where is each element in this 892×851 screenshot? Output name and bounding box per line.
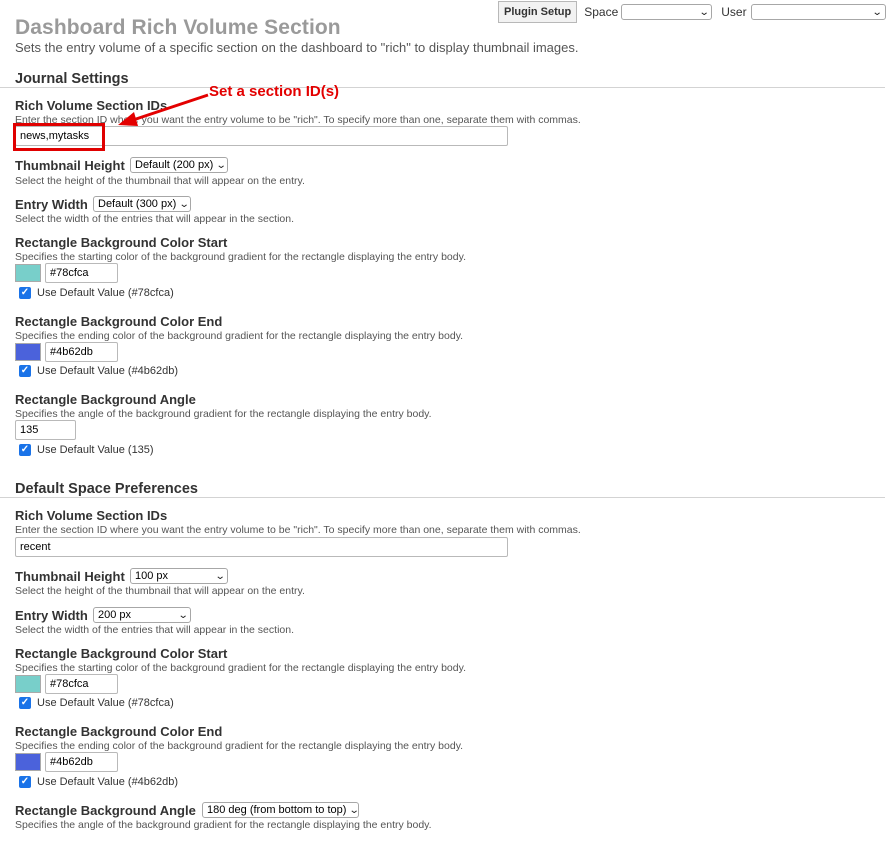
checkbox-checked-icon[interactable]: ✓ <box>19 287 31 299</box>
color-start-default-checkbox-row[interactable]: ✓ Use Default Value (#78cfca) <box>15 287 174 299</box>
chevron-down-icon: ⌄ <box>349 804 361 816</box>
space-angle-label: Rectangle Background Angle <box>15 803 196 818</box>
angle-help: Specifies the angle of the background gr… <box>15 408 432 420</box>
space-rich-ids-help: Enter the section ID where you want the … <box>15 524 581 536</box>
space-label: Space <box>584 5 619 19</box>
arrow-icon <box>118 93 209 126</box>
checkbox-checked-icon[interactable]: ✓ <box>19 776 31 788</box>
space-angle-select[interactable]: 180 deg (from bottom to top) ⌄ <box>202 802 361 818</box>
space-color-end-default-label: Use Default Value (#4b62db) <box>37 776 179 788</box>
chevron-down-icon: ⌄ <box>177 609 189 621</box>
space-color-end-help: Specifies the ending color of the backgr… <box>15 740 464 752</box>
entry-width-select[interactable]: Default (300 px) ⌄ <box>93 196 191 212</box>
color-start-input[interactable]: #78cfca <box>45 263 118 283</box>
space-color-start-label: Rectangle Background Color Start <box>15 646 228 661</box>
chevron-down-icon: ⌄ <box>871 6 883 18</box>
color-start-label: Rectangle Background Color Start <box>15 235 228 250</box>
chevron-down-icon: ⌄ <box>214 570 226 582</box>
section-divider <box>0 497 885 498</box>
thumb-height-select[interactable]: Default (200 px) ⌄ <box>130 157 228 173</box>
space-angle-help: Specifies the angle of the background gr… <box>15 819 432 831</box>
space-rich-ids-label: Rich Volume Section IDs <box>15 508 168 523</box>
entry-width-help: Select the width of the entries that wil… <box>15 213 294 225</box>
entry-width-label: Entry Width <box>15 197 88 212</box>
user-label: User <box>721 5 747 19</box>
color-start-swatch[interactable] <box>15 264 41 282</box>
color-end-label: Rectangle Background Color End <box>15 314 223 329</box>
highlight-box <box>13 123 105 151</box>
top-bar: Plugin Setup Space ⌄ User ⌄ <box>498 1 886 23</box>
space-color-end-input[interactable]: #4b62db <box>45 752 118 772</box>
space-entry-width-label: Entry Width <box>15 608 88 623</box>
space-rich-ids-input[interactable]: recent <box>15 537 508 557</box>
space-color-start-input[interactable]: #78cfca <box>45 674 118 694</box>
angle-default-label: Use Default Value (135) <box>37 444 154 456</box>
color-end-swatch[interactable] <box>15 343 41 361</box>
color-end-default-label: Use Default Value (#4b62db) <box>37 365 179 377</box>
checkbox-checked-icon[interactable]: ✓ <box>19 697 31 709</box>
space-entry-width-select[interactable]: 200 px ⌄ <box>93 607 191 623</box>
space-color-end-default-checkbox-row[interactable]: ✓ Use Default Value (#4b62db) <box>15 776 178 788</box>
journal-settings-heading: Journal Settings <box>15 71 129 87</box>
angle-label: Rectangle Background Angle <box>15 392 196 407</box>
space-thumb-height-label: Thumbnail Height <box>15 569 125 584</box>
thumb-height-value: Default (200 px) <box>135 159 214 171</box>
page-subtitle: Sets the entry volume of a specific sect… <box>15 40 579 55</box>
color-start-help: Specifies the starting color of the back… <box>15 251 466 263</box>
space-entry-width-help: Select the width of the entries that wil… <box>15 624 294 636</box>
space-thumb-height-select[interactable]: 100 px ⌄ <box>130 568 228 584</box>
color-end-input[interactable]: #4b62db <box>45 342 118 362</box>
chevron-down-icon: ⌄ <box>698 6 710 18</box>
color-end-help: Specifies the ending color of the backgr… <box>15 330 464 342</box>
checkbox-checked-icon[interactable]: ✓ <box>19 365 31 377</box>
space-color-start-swatch[interactable] <box>15 675 41 693</box>
space-color-start-default-label: Use Default Value (#78cfca) <box>37 697 174 709</box>
thumb-height-label: Thumbnail Height <box>15 158 125 173</box>
space-angle-value: 180 deg (from bottom to top) <box>207 804 347 816</box>
color-end-default-checkbox-row[interactable]: ✓ Use Default Value (#4b62db) <box>15 365 178 377</box>
space-select[interactable]: ⌄ <box>621 4 713 20</box>
space-entry-width-value: 200 px <box>98 609 132 621</box>
space-thumb-height-help: Select the height of the thumbnail that … <box>15 585 305 597</box>
thumb-height-help: Select the height of the thumbnail that … <box>15 175 305 187</box>
angle-input[interactable]: 135 <box>15 420 76 440</box>
user-select[interactable]: ⌄ <box>750 4 886 20</box>
chevron-down-icon: ⌄ <box>179 198 190 210</box>
space-color-start-default-checkbox-row[interactable]: ✓ Use Default Value (#78cfca) <box>15 697 174 709</box>
space-color-end-swatch[interactable] <box>15 753 41 771</box>
plugin-setup-tab[interactable]: Plugin Setup <box>498 1 578 23</box>
angle-default-checkbox-row[interactable]: ✓ Use Default Value (135) <box>15 444 154 456</box>
space-color-start-help: Specifies the starting color of the back… <box>15 662 466 674</box>
space-thumb-height-value: 100 px <box>135 570 169 582</box>
chevron-down-icon: ⌄ <box>216 159 227 171</box>
space-color-end-label: Rectangle Background Color End <box>15 724 223 739</box>
page-title: Dashboard Rich Volume Section <box>15 16 341 39</box>
color-start-default-label: Use Default Value (#78cfca) <box>37 287 174 299</box>
entry-width-value: Default (300 px) <box>98 198 177 210</box>
checkbox-checked-icon[interactable]: ✓ <box>19 444 31 456</box>
space-preferences-heading: Default Space Preferences <box>15 481 198 497</box>
annotation-label: Set a section ID(s) <box>209 83 340 100</box>
